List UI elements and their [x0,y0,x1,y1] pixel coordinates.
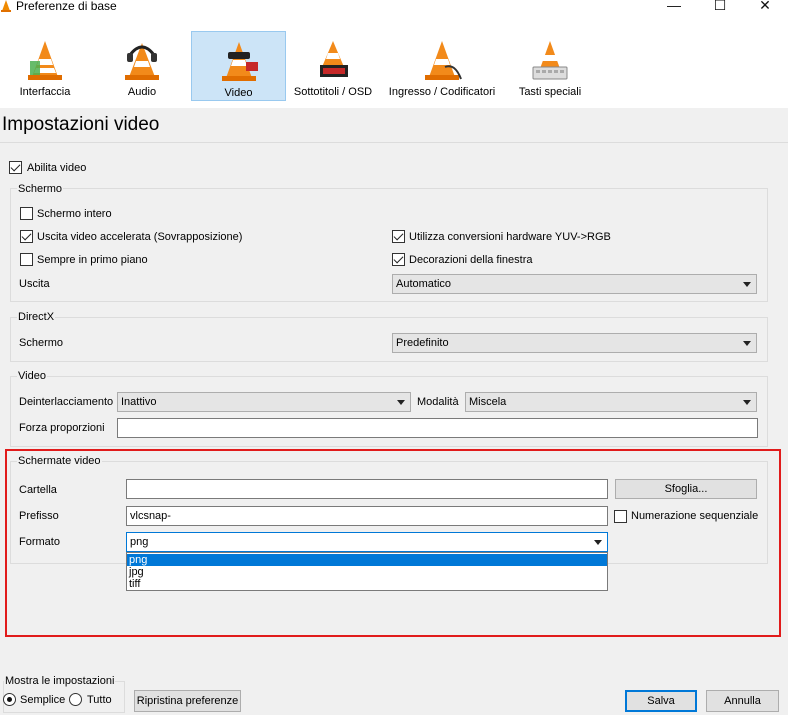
deinterlace-label: Deinterlacciamento [19,396,114,408]
reset-preferences-button[interactable]: Ripristina preferenze [134,690,241,712]
directx-screen-select[interactable]: Predefinito [392,333,757,353]
hw-yuv-label: Utilizza conversioni hardware YUV->RGB [409,231,611,243]
category-input-codecs[interactable]: Ingresso / Codificatori [386,31,498,101]
hw-yuv-checkbox[interactable] [392,230,405,243]
cone-subtitles-icon [320,41,348,77]
chevron-down-icon [743,400,751,405]
category-interface[interactable]: Interfaccia [14,31,76,101]
enable-video-label: Abilita video [27,162,87,174]
fullscreen-checkbox[interactable] [20,207,33,220]
category-label-input-codecs: Ingresso / Codificatori [388,86,496,98]
deinterlace-select[interactable]: Inattivo [117,392,411,412]
category-audio[interactable]: Audio [112,31,172,101]
mode-select-value: Miscela [469,396,507,408]
category-label-interface: Interfaccia [19,86,71,98]
mode-select[interactable]: Miscela [465,392,757,412]
directx-screen-select-value: Predefinito [396,337,449,349]
category-hotkeys[interactable]: Tasti speciali [515,31,585,101]
window-title: Preferenze di base [16,0,117,13]
chevron-down-icon [743,282,751,287]
page-title: Impostazioni video [2,114,160,135]
always-on-top-label: Sempre in primo piano [37,254,148,266]
vlc-app-icon [0,0,12,12]
cone-headphones-icon [125,43,159,80]
show-settings-label: Mostra le impostazioni [4,675,116,687]
highlight-box [5,449,781,637]
decorations-checkbox[interactable] [392,253,405,266]
cone-keyboard-icon [532,41,568,80]
all-radio[interactable] [69,693,82,706]
decorations-label: Decorazioni della finestra [409,254,533,266]
mode-label: Modalità [417,396,459,408]
chevron-down-icon [397,400,405,405]
category-video[interactable]: Video [191,31,286,101]
cone-interface-icon [28,41,62,80]
category-subtitles[interactable]: Sottotitoli / OSD [292,31,374,101]
deinterlace-select-value: Inattivo [121,396,157,408]
cancel-button[interactable]: Annulla [706,690,779,712]
cone-glasses-icon [221,42,258,81]
chevron-down-icon [743,341,751,346]
video-group-title: Video [17,370,47,382]
all-radio-label: Tutto [87,694,112,706]
overlay-label: Uscita video accelerata (Sovrapposizione… [37,231,243,243]
aspect-ratio-input[interactable] [117,418,758,438]
simple-radio[interactable] [3,693,16,706]
directx-screen-label: Schermo [19,337,64,349]
screen-group-title: Schermo [17,183,64,195]
directx-group-title: DirectX [17,311,56,323]
fullscreen-label: Schermo intero [37,208,112,220]
maximize-button[interactable]: ☐ [697,0,743,15]
output-select[interactable]: Automatico [392,274,757,294]
close-button[interactable]: ✕ [742,0,788,15]
always-on-top-checkbox[interactable] [20,253,33,266]
category-label-hotkeys: Tasti speciali [518,86,582,98]
simple-radio-label: Semplice [20,694,66,706]
minimize-button[interactable]: — [651,0,697,15]
category-label-video: Video [224,87,253,99]
output-select-value: Automatico [396,278,452,290]
enable-video-checkbox[interactable] [9,161,22,174]
save-button[interactable]: Salva [625,690,697,712]
category-label-subtitles: Sottotitoli / OSD [293,86,373,98]
cone-cable-icon [425,41,462,80]
category-label-audio: Audio [127,86,157,98]
output-label: Uscita [19,278,50,290]
title-separator [0,142,788,143]
aspect-ratio-label: Forza proporzioni [19,422,105,434]
overlay-checkbox[interactable] [20,230,33,243]
